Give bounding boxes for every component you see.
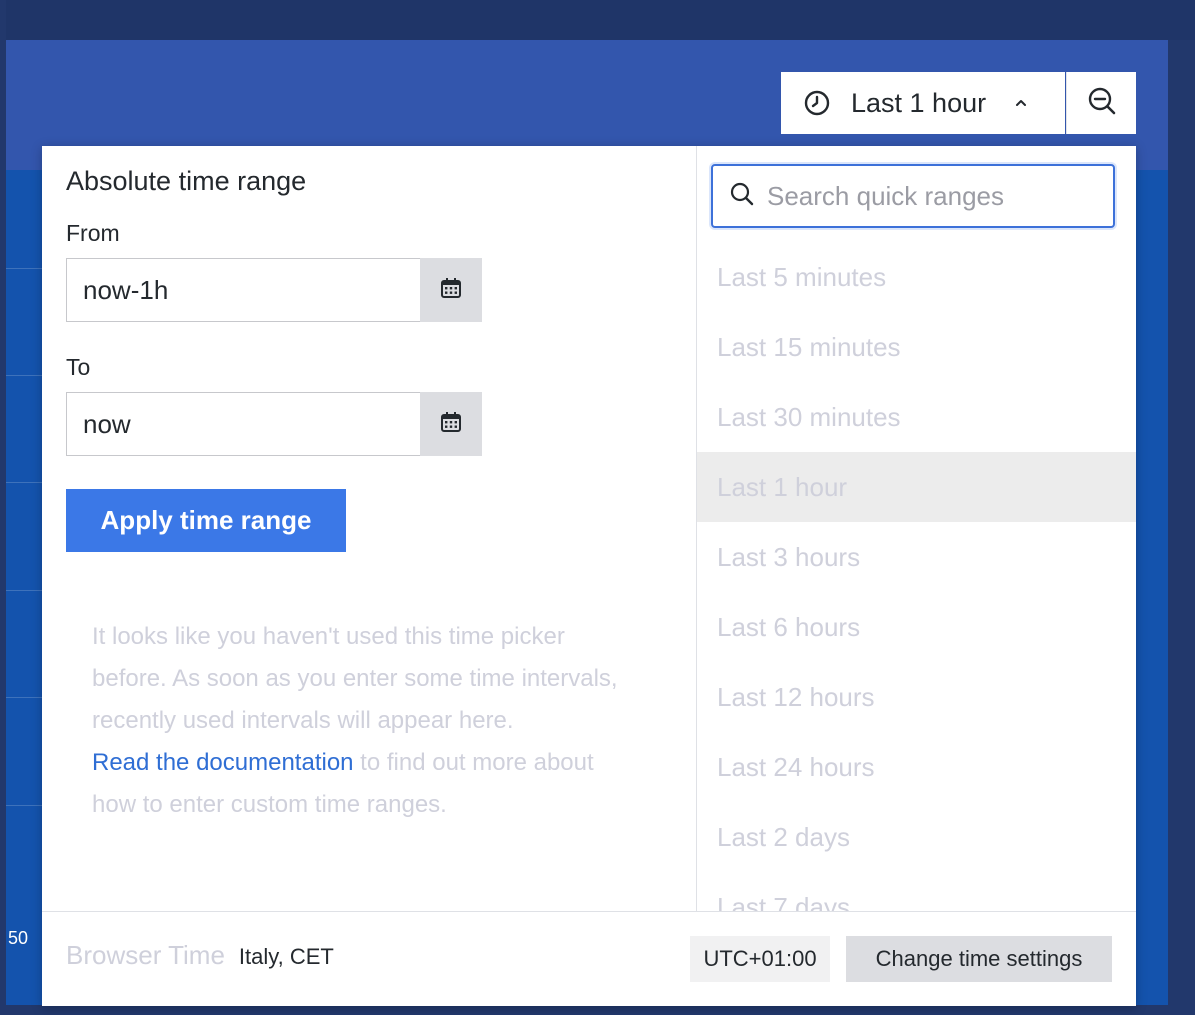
quick-range-item[interactable]: Last 12 hours [697,662,1136,732]
search-quick-ranges-input[interactable] [765,179,1109,213]
quick-ranges-pane: Last 5 minutesLast 15 minutesLast 30 min… [697,146,1136,911]
apply-time-range-button[interactable]: Apply time range [66,489,346,552]
quick-range-item[interactable]: Last 1 hour [697,452,1136,522]
search-icon [729,181,755,212]
footer-divider [42,911,1136,912]
bottom-edge [6,1005,1168,1015]
quick-ranges-list: Last 5 minutes Last 15 minutes Last 30 min… [697,242,1136,911]
time-picker-button[interactable]: Last 1 hour [781,72,1065,134]
quick-range-item[interactable]: Last 6 hours [697,592,1136,662]
timezone-info: Browser Time Italy, CET [66,940,334,971]
zoom-out-button[interactable] [1066,72,1136,134]
documentation-link[interactable]: Read the documentation [92,749,354,776]
change-time-settings-button[interactable]: Change time settings [846,936,1112,982]
quick-ranges-search [711,164,1115,228]
absolute-range-title: Absolute time range [66,166,307,196]
quick-range-item[interactable]: Last 2 days [697,802,1136,872]
time-picker-dropdown: Absolute time range From now-1h To now A… [42,146,1136,1006]
to-label: To [66,354,91,380]
browser-time-label: Browser Time [66,940,225,970]
quick-range-item[interactable]: Last 7 days [697,872,1136,911]
from-label: From [66,220,120,246]
calendar-icon [439,410,463,439]
time-picker-label: Last 1 hour [851,87,987,118]
grid-line [6,482,42,483]
recent-ranges-help: It looks like you haven't used this time… [92,616,642,826]
chevron-up-icon [1014,96,1028,110]
from-field-group [66,258,482,322]
to-field-group [66,392,482,456]
help-text: It looks like you haven't used this time… [92,623,618,734]
top-navbar [0,0,1195,40]
grid-line [6,375,42,376]
quick-range-item[interactable]: Last 24 hours [697,732,1136,802]
from-calendar-button[interactable] [420,258,482,322]
from-input[interactable] [66,258,420,322]
calendar-icon [439,276,463,305]
axis-tick-label: 50 [8,928,29,948]
grid-line [6,805,42,806]
grid-line [6,268,42,269]
right-edge [1168,40,1195,1015]
absolute-range-pane: Absolute time range From now-1h To now A… [42,146,696,911]
zoom-out-icon [1087,86,1117,121]
to-input[interactable] [66,392,420,456]
quick-range-item[interactable]: Last 5 minutes [697,242,1136,312]
quick-range-item[interactable]: Last 3 hours [697,522,1136,592]
utc-offset-badge: UTC+01:00 [690,936,830,982]
to-calendar-button[interactable] [420,392,482,456]
grid-line [6,590,42,591]
timezone-location: Italy, CET [238,944,334,969]
grid-line [6,697,42,698]
quick-range-item[interactable]: Last 30 minutes [697,382,1136,452]
clock-icon [803,89,831,117]
quick-range-item[interactable]: Last 15 minutes [697,312,1136,382]
